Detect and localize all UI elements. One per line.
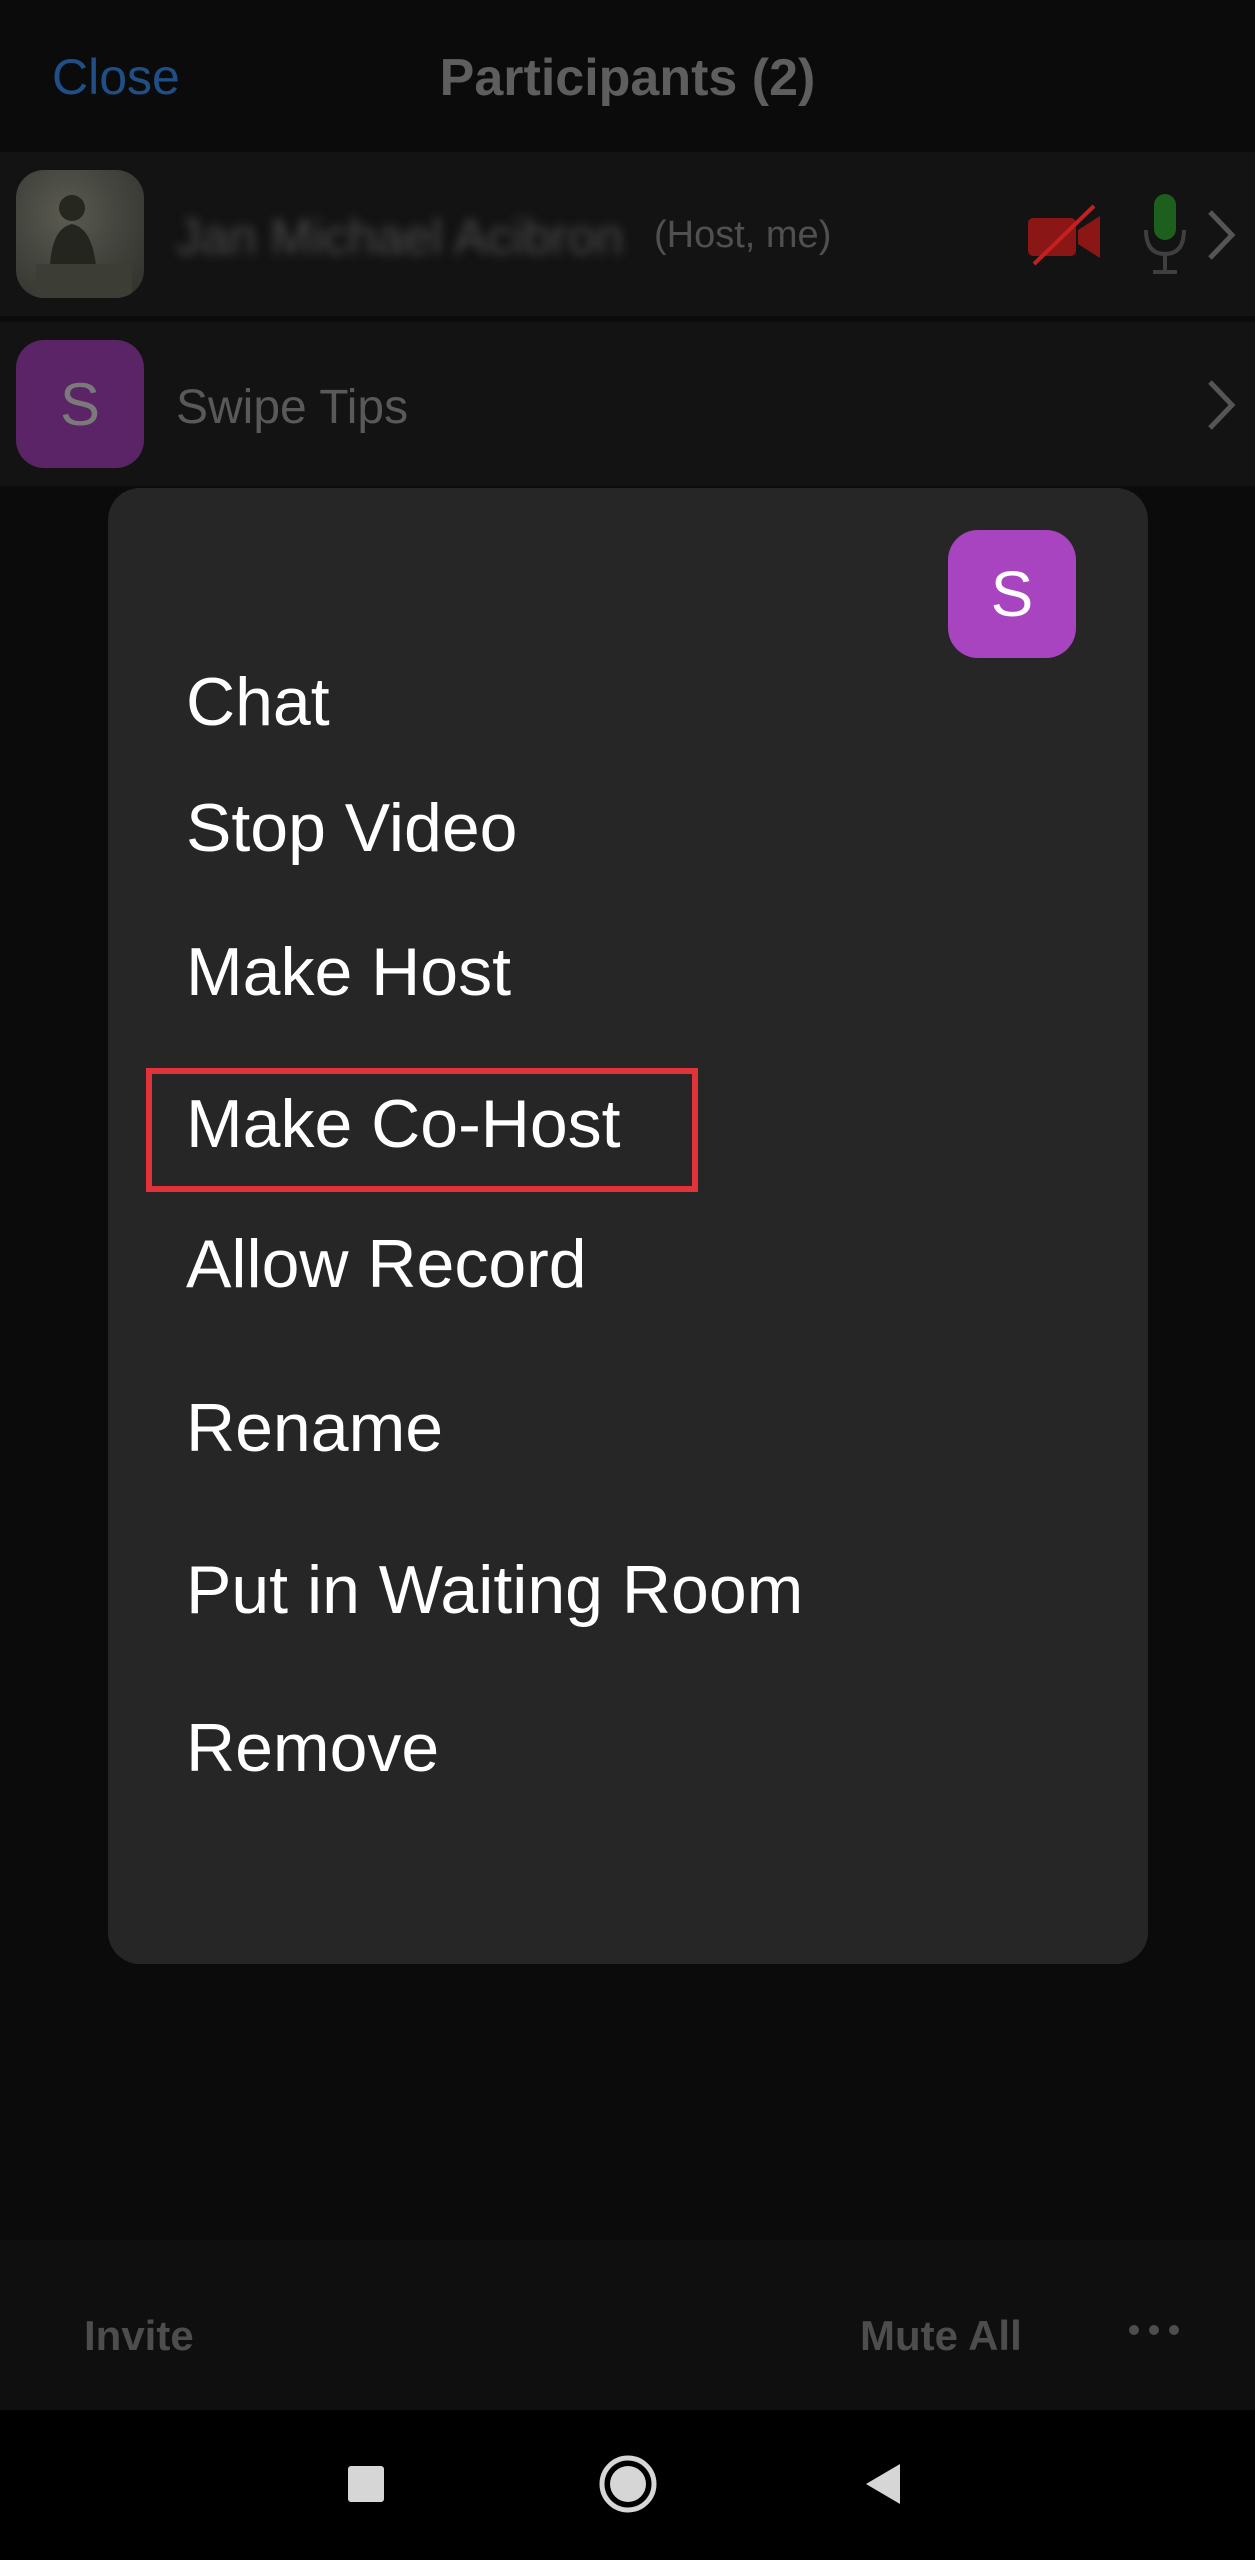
invite-button[interactable]: Invite — [84, 2312, 194, 2360]
microphone-icon[interactable] — [1140, 192, 1190, 278]
bottom-toolbar: Invite Mute All — [0, 2240, 1255, 2410]
menu-item-make-co-host[interactable]: Make Co-Host — [186, 1090, 621, 1158]
participant-avatar: S — [16, 340, 144, 468]
participant-role-tag: (Host, me) — [654, 214, 832, 256]
video-off-icon[interactable] — [1024, 202, 1104, 268]
header: Close Participants (2) — [0, 0, 1255, 150]
chevron-right-icon — [1208, 210, 1236, 260]
participant-row-host[interactable]: Jan Michael Acibron (Host, me) — [0, 152, 1255, 316]
menu-item-chat[interactable]: Chat — [186, 668, 330, 736]
participant-actions-menu: S Chat Stop Video Make Host Make Co-Host… — [108, 488, 1148, 1964]
back-icon[interactable] — [862, 2460, 904, 2508]
participants-screen: Close Participants (2) Jan Michael Acibr… — [0, 0, 1255, 2560]
participant-name: Jan Michael Acibron — [176, 209, 624, 265]
recents-icon[interactable] — [346, 2464, 386, 2504]
menu-item-allow-record[interactable]: Allow Record — [186, 1230, 587, 1298]
menu-item-rename[interactable]: Rename — [186, 1394, 443, 1462]
menu-item-put-in-waiting-room[interactable]: Put in Waiting Room — [186, 1556, 803, 1624]
participant-name: Swipe Tips — [176, 381, 409, 434]
person-photo-icon — [36, 195, 132, 298]
system-nav-bar — [0, 2410, 1255, 2560]
menu-item-remove[interactable]: Remove — [186, 1714, 439, 1782]
participant-avatar: S — [948, 530, 1076, 658]
menu-item-make-host[interactable]: Make Host — [186, 938, 511, 1006]
chevron-right-icon — [1208, 380, 1236, 430]
more-horizontal-icon[interactable] — [1126, 2322, 1182, 2338]
participant-row-swipe-tips[interactable]: S Swipe Tips — [0, 322, 1255, 486]
participant-avatar — [16, 170, 144, 298]
mute-all-button[interactable]: Mute All — [860, 2312, 1022, 2360]
page-title: Participants (2) — [439, 49, 816, 107]
home-icon[interactable] — [598, 2454, 658, 2514]
menu-item-stop-video[interactable]: Stop Video — [186, 794, 517, 862]
